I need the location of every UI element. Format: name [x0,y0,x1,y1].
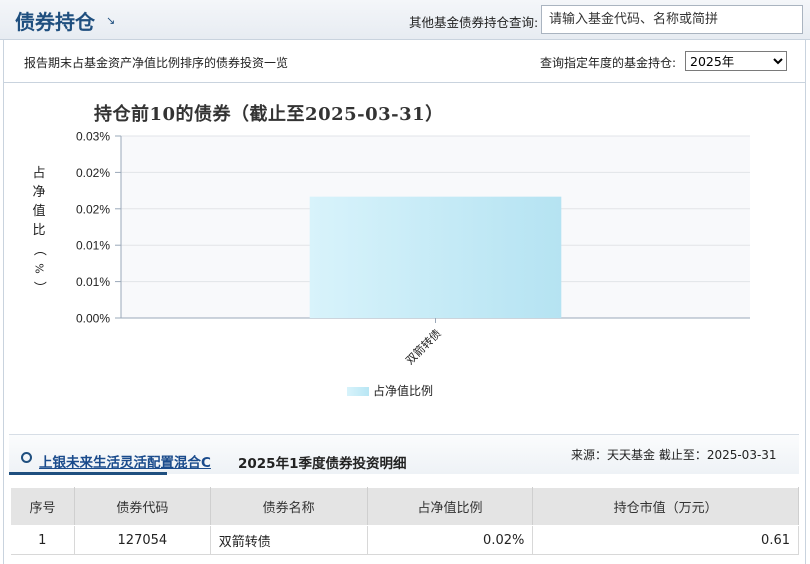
bond-holdings-table: 序号 债券代码 债券名称 占净值比例 持仓市值（万元） 1 127054 双箭转… [10,487,799,555]
cell-nav-ratio: 0.02% [367,525,534,555]
section-underline [9,472,167,475]
detail-header: 上银未来生活灵活配置混合C 2025年1季度债券投资明细 来源：天天基金 截止至… [9,434,799,475]
table-row: 1 127054 双箭转债 0.02% 0.61 [10,525,799,555]
table-header-row: 序号 债券代码 债券名称 占净值比例 持仓市值（万元） [10,487,799,526]
cell-bond-code: 127054 [74,525,211,555]
col-header-bond-code: 债券代码 [73,487,211,526]
legend-label: 占净值比例 [373,384,434,398]
detail-period-title: 2025年1季度债券投资明细 [238,456,407,472]
y-tick-label: 0.01% [76,275,110,289]
circle-bullet-icon [21,452,32,463]
y-tick-label: 0.02% [76,166,110,180]
fund-name-link[interactable]: 上银未来生活灵活配置混合C [39,451,211,471]
x-tick-label: 双箭转债 [403,326,444,367]
cell-index: 1 [10,525,75,555]
chart-legend[interactable]: 占净值比例 [347,382,433,399]
y-tick-label: 0.00% [76,312,110,326]
source-and-date: 来源：天天基金 截止至：2025-03-31 [571,448,777,462]
col-header-market-value: 持仓市值（万元） [532,487,799,526]
col-header-nav-ratio: 占净值比例 [366,487,534,526]
cell-bond-name: 双箭转债 [210,525,368,555]
cell-market-value: 0.61 [532,525,799,555]
y-tick-label: 0.02% [76,202,110,216]
col-header-index: 序号 [10,487,75,526]
bar [309,196,562,318]
y-tick-label: 0.03% [76,130,110,144]
legend-swatch [347,387,369,396]
bar-chart: 0.03% 0.02% 0.02% 0.01% 0.01% 0.00% 双箭转债 [76,130,750,367]
y-tick-label: 0.01% [76,239,110,253]
col-header-bond-name: 债券名称 [209,487,368,526]
